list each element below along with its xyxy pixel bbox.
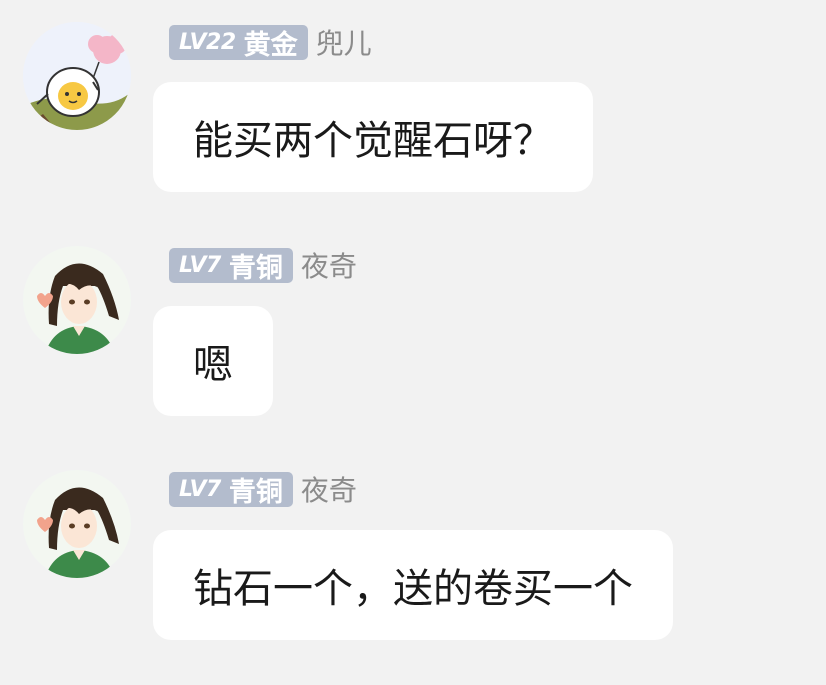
sender-nickname[interactable]: 夜奇	[301, 245, 357, 285]
message-text: 嗯	[193, 342, 233, 388]
level-badge: LV7 青铜	[169, 247, 293, 284]
level-label: LV22	[179, 29, 236, 55]
anime-girl-avatar-icon[interactable]	[23, 246, 131, 354]
sender-nickname[interactable]: 兜儿	[316, 22, 372, 62]
message-text: 能买两个觉醒石呀？	[193, 118, 553, 164]
message-text: 钻石一个，送的卷买一个	[193, 566, 633, 612]
level-label: LV7	[179, 252, 221, 278]
level-badge: LV22 黄金	[169, 24, 308, 61]
rank-label: 黄金	[243, 29, 298, 61]
rank-label: 青铜	[228, 252, 283, 284]
egg-character-avatar-icon[interactable]	[23, 22, 131, 130]
rank-label: 青铜	[228, 476, 283, 508]
message-bubble[interactable]: 能买两个觉醒石呀？	[153, 82, 593, 192]
level-label: LV7	[179, 476, 221, 502]
level-badge: LV7 青铜	[169, 471, 293, 508]
anime-girl-avatar-icon[interactable]	[23, 470, 131, 578]
sender-nickname[interactable]: 夜奇	[301, 469, 357, 509]
sender-info: LV7 青铜 夜奇	[169, 245, 357, 285]
message-bubble[interactable]: 钻石一个，送的卷买一个	[153, 530, 673, 640]
sender-info: LV22 黄金 兜儿	[169, 22, 372, 62]
message-bubble[interactable]: 嗯	[153, 306, 273, 416]
sender-info: LV7 青铜 夜奇	[169, 469, 357, 509]
